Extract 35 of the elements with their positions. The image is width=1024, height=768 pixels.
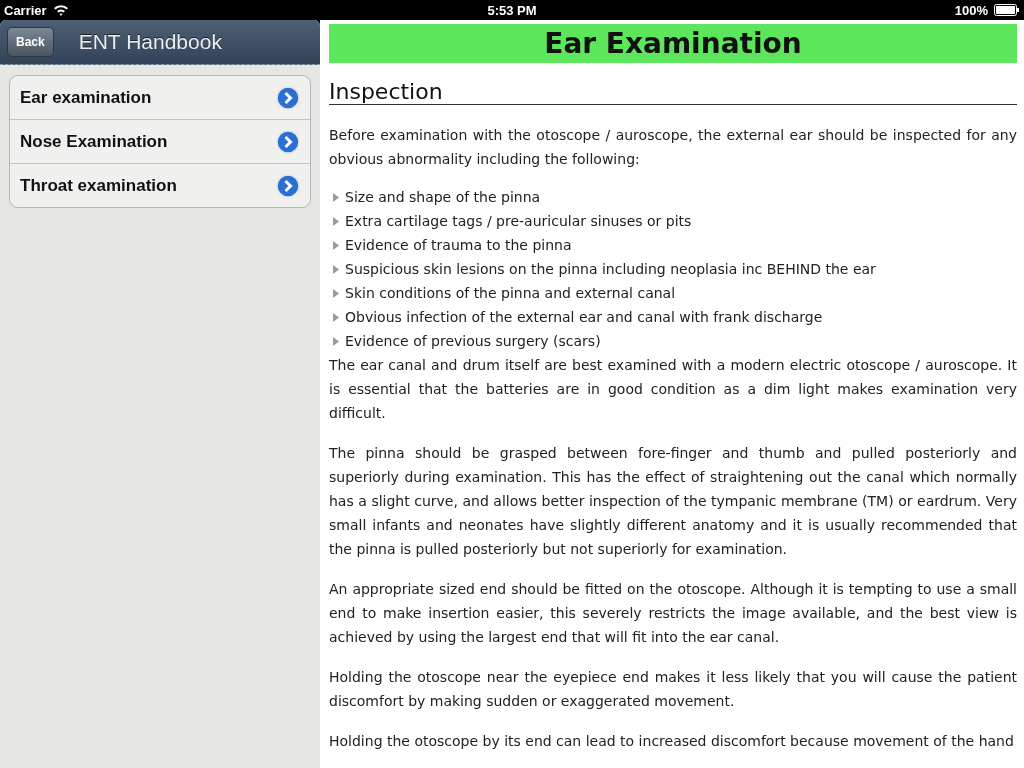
disclosure-icon[interactable]	[276, 173, 300, 198]
menu-item[interactable]: Nose Examination	[10, 119, 310, 163]
paragraph: Holding the otoscope by its end can lead to increased discomfort because movement of the hand	[329, 732, 1015, 751]
bullet-icon	[333, 264, 339, 274]
bullet-icon	[333, 336, 339, 346]
bullet-text: Evidence of trauma to the pinna	[345, 236, 572, 255]
wifi-icon	[52, 4, 69, 16]
back-button[interactable]: Back	[7, 27, 54, 57]
bullet-text: Obvious infection of the external ear and canal with frank discharge	[345, 308, 823, 327]
menu-item[interactable]: Throat examination	[10, 163, 310, 207]
bullet-text: Size and shape of the pinna	[345, 188, 541, 207]
paragraph: Before examination with the otoscope / auroscope, the external ear should be inspected for any obvious abnormality including the following:	[329, 126, 1017, 169]
bullet-icon	[333, 216, 339, 226]
disclosure-icon[interactable]	[276, 129, 300, 154]
menu-item[interactable]: Ear examination	[10, 76, 310, 119]
battery-icon	[994, 4, 1020, 16]
carrier-label: Carrier	[4, 2, 47, 18]
section-heading: Inspection	[329, 79, 1017, 105]
bullet-icon	[333, 288, 339, 298]
paragraph: An appropriate sized end should be fitted on the otoscope. Although it is tempting to use a small end to make insertion easier, this severely restricts the image available, and the best view is achieved by using the largest end that will fit into the ear canal.	[329, 580, 1017, 647]
paragraph: Holding the otoscope near the eyepiece end makes it less likely that you will cause the patient discomfort by making sudden or exaggerated movement.	[329, 668, 1017, 711]
bullet-icon	[333, 312, 339, 322]
clock: 5:53 PM	[486, 2, 538, 18]
paragraph: The ear canal and drum itself are best examined with a modern electric otoscope / auroscope. It is essential that the batteries are in good condition as a dim light makes examination very difficult.	[329, 356, 1017, 423]
battery-percent: 100%	[954, 2, 988, 18]
nav-title: ENT Handbook	[78, 30, 222, 54]
disclosure-icon[interactable]	[276, 85, 300, 110]
bullet-text: Extra cartilage tags / pre-auricular sinuses or pits	[345, 212, 692, 231]
bullet-text: Evidence of previous surgery (scars)	[345, 332, 601, 351]
paragraph: The pinna should be grasped between fore-finger and thumb and pulled posteriorly and superiorly during examination. This has the effect of straightening out the canal which normally has a slight curve, and allows better inspection of the tympanic membrane (TM) or eardrum. Very small infants and neonates have slightly different anatomy and it is usually recommended that the pinna is pulled posteriorly but not superiorly for examination.	[329, 444, 1017, 559]
bullet-icon	[333, 240, 339, 250]
bullet-text: Skin conditions of the pinna and external canal	[345, 284, 676, 303]
page-title: Ear Examination	[329, 24, 1017, 63]
bullet-text: Suspicious skin lesions on the pinna including neoplasia inc BEHIND the ear	[345, 260, 876, 279]
bullet-icon	[333, 192, 339, 202]
